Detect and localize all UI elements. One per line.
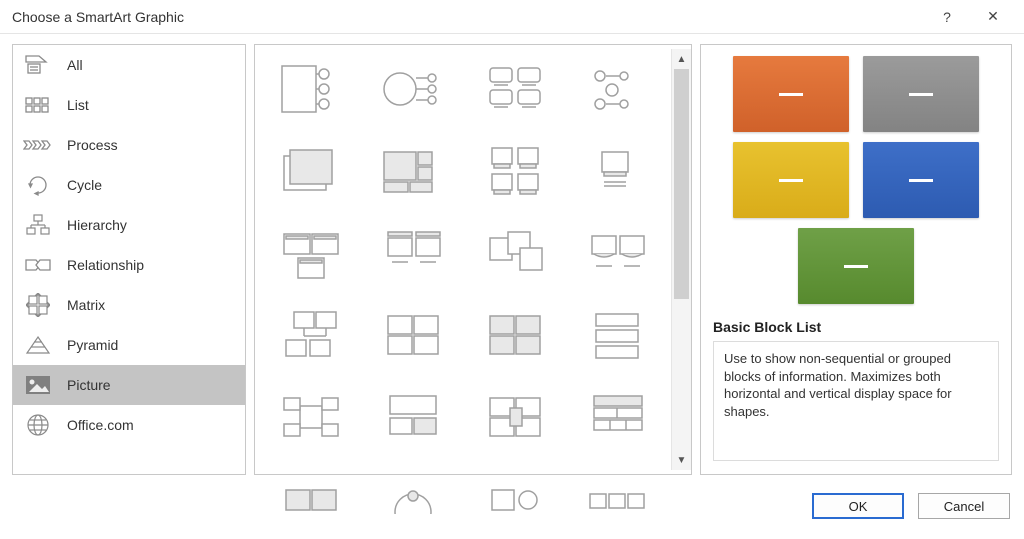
preview-title: Basic Block List <box>713 319 999 335</box>
category-list[interactable]: List <box>13 85 245 125</box>
gallery-item[interactable] <box>363 295 463 375</box>
category-label: Process <box>67 137 118 153</box>
scrollbar-track[interactable] <box>672 69 691 450</box>
gallery-item[interactable] <box>363 377 463 457</box>
category-label: Office.com <box>67 417 134 433</box>
matrix-icon <box>23 293 53 317</box>
category-label: Picture <box>67 377 111 393</box>
category-list-panel: All List Process <box>12 44 246 475</box>
category-label: Cycle <box>67 177 102 193</box>
gallery-item[interactable] <box>567 295 667 375</box>
gallery-item[interactable] <box>567 459 667 539</box>
gallery-item[interactable] <box>261 295 361 375</box>
category-picture[interactable]: Picture <box>13 365 245 405</box>
gallery-item[interactable] <box>261 213 361 293</box>
preview-description-box: Use to show non-sequential or grouped bl… <box>713 341 999 461</box>
process-icon <box>23 133 53 157</box>
category-cycle[interactable]: Cycle <box>13 165 245 205</box>
preview-block <box>863 142 979 218</box>
gallery-item[interactable] <box>465 131 565 211</box>
gallery-item[interactable] <box>567 49 667 129</box>
all-icon <box>23 53 53 77</box>
hierarchy-icon <box>23 213 53 237</box>
category-label: All <box>67 57 83 73</box>
close-button[interactable]: ✕ <box>970 0 1016 34</box>
gallery-item[interactable] <box>261 131 361 211</box>
gallery-item[interactable] <box>465 459 565 539</box>
gallery-item[interactable] <box>465 377 565 457</box>
dialog-footer: OK Cancel <box>812 493 1010 519</box>
gallery-scrollbar[interactable]: ▲ ▼ <box>671 49 691 470</box>
gallery-item[interactable] <box>465 49 565 129</box>
gallery-item[interactable] <box>363 131 463 211</box>
gallery-item[interactable] <box>567 213 667 293</box>
cancel-button[interactable]: Cancel <box>918 493 1010 519</box>
preview-description: Use to show non-sequential or grouped bl… <box>724 350 988 420</box>
category-hierarchy[interactable]: Hierarchy <box>13 205 245 245</box>
scrollbar-thumb[interactable] <box>674 69 689 299</box>
gallery-item[interactable] <box>363 459 463 539</box>
gallery-item[interactable] <box>261 377 361 457</box>
window-title: Choose a SmartArt Graphic <box>12 9 924 25</box>
preview-block <box>863 56 979 132</box>
scroll-up-icon[interactable]: ▲ <box>672 49 691 69</box>
dialog-content: All List Process <box>6 38 1018 481</box>
gallery-grid <box>261 49 671 470</box>
category-relationship[interactable]: Relationship <box>13 245 245 285</box>
scroll-down-icon[interactable]: ▼ <box>672 450 691 470</box>
gallery-item[interactable] <box>567 377 667 457</box>
ok-button[interactable]: OK <box>812 493 904 519</box>
gallery-item[interactable] <box>261 49 361 129</box>
category-pyramid[interactable]: Pyramid <box>13 325 245 365</box>
category-label: Matrix <box>67 297 105 313</box>
category-process[interactable]: Process <box>13 125 245 165</box>
category-label: Hierarchy <box>67 217 127 233</box>
gallery-panel: ▲ ▼ <box>254 44 692 475</box>
category-label: Pyramid <box>67 337 118 353</box>
preview-panel: Basic Block List Use to show non-sequent… <box>700 44 1012 475</box>
cycle-icon <box>23 173 53 197</box>
preview-block <box>798 228 914 304</box>
title-bar: Choose a SmartArt Graphic ? ✕ <box>0 0 1024 34</box>
gallery-item[interactable] <box>363 213 463 293</box>
category-label: List <box>67 97 89 113</box>
category-label: Relationship <box>67 257 144 273</box>
gallery-item[interactable] <box>465 295 565 375</box>
gallery-item[interactable] <box>465 213 565 293</box>
gallery-item[interactable] <box>363 49 463 129</box>
globe-icon <box>23 413 53 437</box>
list-icon <box>23 93 53 117</box>
category-matrix[interactable]: Matrix <box>13 285 245 325</box>
gallery-item[interactable] <box>567 131 667 211</box>
gallery-item[interactable] <box>261 459 361 539</box>
category-all[interactable]: All <box>13 45 245 85</box>
category-officecom[interactable]: Office.com <box>13 405 245 445</box>
help-button[interactable]: ? <box>924 0 970 34</box>
relationship-icon <box>23 253 53 277</box>
preview-block <box>733 142 849 218</box>
preview-graphic <box>713 55 999 305</box>
picture-icon <box>23 373 53 397</box>
pyramid-icon <box>23 333 53 357</box>
preview-block <box>733 56 849 132</box>
